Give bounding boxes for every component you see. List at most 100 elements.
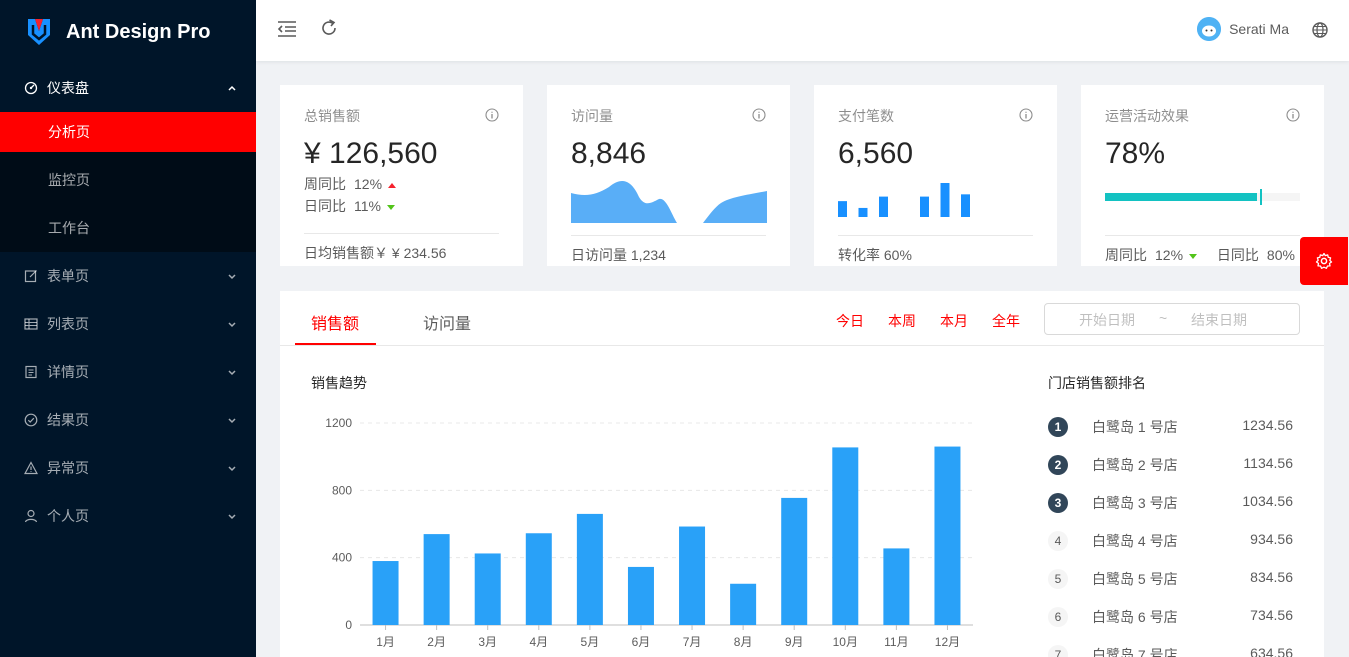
store-sales: 934.56 bbox=[1250, 531, 1293, 547]
y-tick-label: 0 bbox=[345, 618, 352, 632]
rank-item: 2 白鹭岛 2 号店 1134.56 bbox=[1048, 454, 1293, 476]
user-menu[interactable]: Serati Ma bbox=[1197, 17, 1289, 41]
rank-item: 4 白鹭岛 4 号店 934.56 bbox=[1048, 530, 1293, 552]
settings-drawer-button[interactable] bbox=[1300, 237, 1348, 285]
sidebar-item-profile[interactable]: 详情页 bbox=[0, 348, 256, 396]
card-trends: 周同比 12% 日同比 11% bbox=[304, 173, 499, 223]
sidebar-item-label: 结果页 bbox=[47, 412, 89, 428]
range-week[interactable]: 本周 bbox=[888, 311, 916, 331]
gear-icon bbox=[1315, 252, 1333, 269]
x-tick-label: 3月 bbox=[478, 635, 497, 649]
bar[interactable] bbox=[627, 566, 654, 625]
info-circle-icon[interactable] bbox=[1286, 108, 1300, 122]
rank-item: 6 白鹭岛 6 号店 734.56 bbox=[1048, 606, 1293, 628]
card-title: 访问量 bbox=[571, 108, 613, 124]
reload-icon[interactable] bbox=[318, 17, 340, 39]
bar[interactable] bbox=[372, 561, 399, 625]
stat-card-payments: 支付笔数 6,560 转化率 60% bbox=[814, 85, 1057, 266]
rank-number: 7 bbox=[1048, 645, 1068, 657]
card-footer: 周同比 12% 日同比 80% bbox=[1105, 235, 1309, 265]
chart-title: 销售趋势 bbox=[311, 375, 367, 391]
rank-title: 门店销售额排名 bbox=[1048, 375, 1146, 391]
date-range-picker[interactable]: 开始日期 ~ 结束日期 bbox=[1044, 303, 1300, 335]
chevron-down-icon bbox=[228, 514, 236, 520]
sales-tabs: 销售额 访问量 今日 本周 本月 全年 开始日期 ~ 结束日期 bbox=[280, 291, 1324, 346]
bar[interactable] bbox=[576, 513, 603, 625]
store-name: 白鹭岛 3 号店 bbox=[1092, 495, 1178, 511]
store-sales: 834.56 bbox=[1250, 569, 1293, 585]
date-start-input[interactable]: 开始日期 bbox=[1079, 310, 1135, 330]
date-end-input[interactable]: 结束日期 bbox=[1191, 310, 1247, 330]
dashboard-icon bbox=[24, 81, 38, 95]
sidebar-item-dashboard[interactable]: 仪表盘 bbox=[0, 64, 256, 112]
sidebar-item-analysis[interactable]: 分析页 bbox=[0, 112, 256, 152]
range-today[interactable]: 今日 bbox=[836, 311, 864, 331]
range-year[interactable]: 全年 bbox=[992, 311, 1020, 331]
rank-number: 4 bbox=[1048, 531, 1068, 551]
rank-item: 1 白鹭岛 1 号店 1234.56 bbox=[1048, 416, 1293, 438]
mini-bar bbox=[961, 194, 970, 217]
bar[interactable] bbox=[934, 446, 961, 625]
bar[interactable] bbox=[525, 533, 552, 625]
y-tick-label: 400 bbox=[332, 551, 352, 565]
x-tick-label: 5月 bbox=[581, 635, 600, 649]
bar[interactable] bbox=[832, 447, 859, 625]
mini-bar bbox=[879, 196, 888, 217]
tab-sales[interactable]: 销售额 bbox=[311, 310, 359, 334]
progress-track bbox=[1105, 189, 1300, 205]
chevron-down-icon bbox=[228, 418, 236, 424]
mini-bar bbox=[940, 183, 950, 217]
sidebar-item-account[interactable]: 个人页 bbox=[0, 492, 256, 540]
sidebar-item-form[interactable]: 表单页 bbox=[0, 252, 256, 300]
logo[interactable]: Ant Design Pro bbox=[0, 0, 256, 64]
store-sales: 1234.56 bbox=[1242, 417, 1293, 433]
rank-number: 3 bbox=[1048, 493, 1068, 513]
card-title: 支付笔数 bbox=[838, 108, 894, 124]
trend-weekly: 周同比 12% bbox=[304, 173, 499, 195]
chevron-down-icon bbox=[228, 322, 236, 328]
bar[interactable] bbox=[679, 526, 706, 625]
trend-daily: 日同比 80% bbox=[1217, 247, 1309, 263]
chevron-up-icon bbox=[228, 85, 236, 91]
rank-item: 7 白鹭岛 7 号店 634.56 bbox=[1048, 644, 1293, 657]
tab-visits[interactable]: 访问量 bbox=[423, 310, 471, 334]
bar[interactable] bbox=[883, 548, 910, 625]
avatar bbox=[1197, 17, 1222, 41]
store-sales: 1134.56 bbox=[1243, 455, 1293, 471]
y-tick-label: 800 bbox=[332, 483, 352, 497]
bar[interactable] bbox=[781, 497, 808, 625]
info-circle-icon[interactable] bbox=[752, 108, 766, 122]
bar[interactable] bbox=[474, 553, 501, 625]
globe-icon[interactable] bbox=[1311, 21, 1329, 39]
range-month[interactable]: 本月 bbox=[940, 311, 968, 331]
x-tick-label: 6月 bbox=[632, 635, 651, 649]
mini-bar bbox=[858, 207, 868, 217]
bar[interactable] bbox=[423, 534, 450, 625]
sidebar-item-monitor[interactable]: 监控页 bbox=[0, 156, 256, 204]
menu-fold-icon[interactable] bbox=[276, 18, 298, 40]
x-tick-label: 12月 bbox=[935, 635, 960, 649]
header: Serati Ma bbox=[256, 0, 1349, 61]
sidebar-item-label: 详情页 bbox=[47, 364, 89, 380]
store-name: 白鹭岛 4 号店 bbox=[1092, 533, 1178, 549]
store-name: 白鹭岛 1 号店 bbox=[1092, 419, 1178, 435]
sidebar-item-list[interactable]: 列表页 bbox=[0, 300, 256, 348]
info-circle-icon[interactable] bbox=[1019, 108, 1033, 122]
x-tick-label: 7月 bbox=[683, 635, 702, 649]
rank-number: 1 bbox=[1048, 417, 1068, 437]
sidebar-item-exception[interactable]: 异常页 bbox=[0, 444, 256, 492]
stat-card-total-sales: 总销售额 ¥ 126,560 周同比 12% 日同比 11% 日均销售额￥ ¥ 23… bbox=[280, 85, 523, 266]
info-circle-icon[interactable] bbox=[485, 108, 499, 122]
chevron-down-icon bbox=[228, 274, 236, 280]
store-name: 白鹭岛 2 号店 bbox=[1092, 457, 1178, 473]
x-tick-label: 10月 bbox=[833, 635, 858, 649]
sidebar-item-result[interactable]: 结果页 bbox=[0, 396, 256, 444]
caret-down-icon bbox=[386, 204, 395, 210]
sidebar-item-workplace[interactable]: 工作台 bbox=[0, 204, 256, 252]
stat-card-operations: 运营活动效果 78% 周同比 12% 日同比 80% bbox=[1081, 85, 1324, 266]
chevron-down-icon bbox=[228, 370, 236, 376]
store-name: 白鹭岛 7 号店 bbox=[1092, 647, 1178, 657]
bar[interactable] bbox=[730, 583, 757, 625]
rank-number: 5 bbox=[1048, 569, 1068, 589]
card-total: ¥ 126,560 bbox=[304, 137, 438, 170]
